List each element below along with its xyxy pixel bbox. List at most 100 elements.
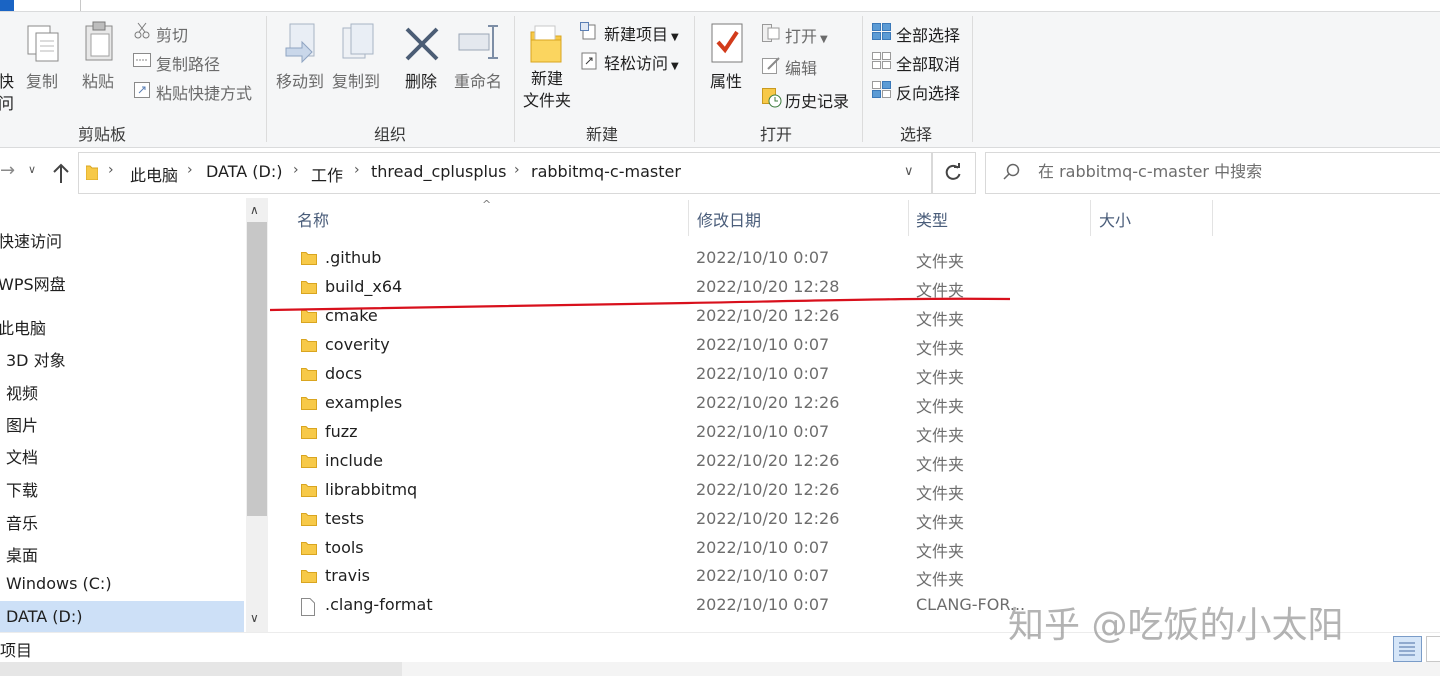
properties-button[interactable]: 属性 xyxy=(708,68,744,92)
tab-home[interactable] xyxy=(80,0,1440,11)
new-item-button[interactable]: 新建项目 ▼ xyxy=(604,21,679,45)
file-modified-date: 2022/10/20 12:26 xyxy=(696,480,840,499)
open-button[interactable]: 打开 ▼ xyxy=(785,23,828,47)
invert-selection-button[interactable]: 反向选择 xyxy=(896,80,960,104)
file-name: travis xyxy=(325,566,370,585)
ribbon: 快 问 复制 粘贴 剪切 复制路径 粘贴快捷方式 剪贴板 移动到 复制到 删除 xyxy=(0,0,1440,148)
column-divider[interactable] xyxy=(908,200,909,236)
copy-to-icon xyxy=(342,23,374,59)
select-group-label: 选择 xyxy=(899,125,932,144)
copy-button[interactable]: 复制 xyxy=(24,68,60,92)
file-modified-date: 2022/10/20 12:26 xyxy=(696,393,840,412)
scroll-down-icon[interactable]: ∨ xyxy=(250,611,259,625)
file-modified-date: 2022/10/10 0:07 xyxy=(696,364,830,383)
nav-item-videos[interactable]: 视频 xyxy=(6,380,38,404)
recent-locations-chevron-icon[interactable]: ∨ xyxy=(28,163,36,176)
forward-arrow-icon[interactable]: → xyxy=(0,160,15,181)
new-group-label: 新建 xyxy=(585,125,618,144)
file-modified-date: 2022/10/10 0:07 xyxy=(696,422,830,441)
nav-item-3d-objects[interactable]: 3D 对象 xyxy=(6,347,66,371)
pin-quick-access-button[interactable]: 快 问 xyxy=(0,68,14,114)
cut-button[interactable]: 剪切 xyxy=(156,22,188,46)
nav-item-downloads[interactable]: 下载 xyxy=(6,477,38,501)
new-folder-icon xyxy=(530,25,562,63)
history-button[interactable]: 历史记录 xyxy=(785,88,849,112)
select-none-button[interactable]: 全部取消 xyxy=(896,51,960,75)
file-modified-date: 2022/10/20 12:26 xyxy=(696,509,840,528)
breadcrumb-this-pc[interactable]: 此电脑 xyxy=(130,162,178,186)
folder-icon xyxy=(301,455,317,468)
ribbon-separator xyxy=(972,16,973,142)
file-type: 文件夹 xyxy=(916,542,965,561)
nav-scrollbar-thumb[interactable] xyxy=(247,222,267,516)
file-name: tools xyxy=(325,538,364,557)
nav-item-quick-access[interactable]: 快速访问 xyxy=(0,228,62,252)
edit-button[interactable]: 编辑 xyxy=(785,55,817,79)
ribbon-separator xyxy=(694,16,695,142)
select-all-button[interactable]: 全部选择 xyxy=(896,22,960,46)
breadcrumb-thread-cplusplus[interactable]: thread_cplusplus xyxy=(371,162,506,181)
search-input[interactable] xyxy=(1038,162,1418,181)
breadcrumb-separator-icon[interactable]: › xyxy=(108,162,114,178)
breadcrumb-separator-icon[interactable]: › xyxy=(514,162,520,178)
file-name: examples xyxy=(325,393,403,412)
breadcrumb-data-drive[interactable]: DATA (D:) xyxy=(206,162,283,181)
sort-ascending-icon: ^ xyxy=(482,198,492,211)
file-type: 文件夹 xyxy=(916,339,965,358)
easy-access-button[interactable]: 轻松访问 ▼ xyxy=(604,50,679,74)
pin-label-2: 问 xyxy=(0,90,14,114)
breadcrumb-separator-icon[interactable]: › xyxy=(293,162,299,178)
select-all-icon xyxy=(872,23,891,40)
nav-item-pictures[interactable]: 图片 xyxy=(6,412,38,436)
copy-path-button[interactable]: 复制路径 xyxy=(156,51,220,75)
scroll-up-icon[interactable]: ∧ xyxy=(250,203,259,217)
move-to-button[interactable]: 移动到 xyxy=(274,68,326,92)
nav-item-desktop[interactable]: 桌面 xyxy=(6,542,38,566)
breadcrumb-work[interactable]: 工作 xyxy=(311,162,343,186)
invert-selection-icon xyxy=(872,81,891,98)
paste-shortcut-button[interactable]: 粘贴快捷方式 xyxy=(156,80,252,104)
folder-icon xyxy=(301,570,317,583)
delete-button[interactable]: 删除 xyxy=(403,68,439,92)
copy-to-button[interactable]: 复制到 xyxy=(330,68,382,92)
file-name: include xyxy=(325,451,383,470)
breadcrumb-rabbitmq[interactable]: rabbitmq-c-master xyxy=(531,162,681,181)
refresh-icon xyxy=(945,163,961,180)
nav-item-data-d[interactable]: DATA (D:) xyxy=(6,607,83,626)
column-header-name[interactable]: 名称 xyxy=(297,207,329,231)
nav-item-wps-drive[interactable]: WPS网盘 xyxy=(0,271,66,295)
file-type: 文件夹 xyxy=(916,513,965,532)
nav-item-windows-c[interactable]: Windows (C:) xyxy=(6,574,112,593)
address-history-chevron-icon[interactable]: ∨ xyxy=(904,164,914,179)
column-header-date[interactable]: 修改日期 xyxy=(697,207,761,231)
new-folder-label-2: 文件夹 xyxy=(522,91,571,110)
paste-button[interactable]: 粘贴 xyxy=(80,68,116,92)
file-type: 文件夹 xyxy=(916,368,965,387)
nav-item-documents[interactable]: 文档 xyxy=(6,444,38,468)
breadcrumb-separator-icon[interactable]: › xyxy=(187,162,193,178)
column-divider[interactable] xyxy=(1212,200,1213,236)
breadcrumb-separator-icon[interactable]: › xyxy=(354,162,360,178)
column-header-type[interactable]: 类型 xyxy=(916,207,948,231)
file-name: fuzz xyxy=(325,422,358,441)
new-folder-button[interactable]: 新建 文件夹 xyxy=(518,68,576,112)
folder-icon xyxy=(301,339,317,352)
new-folder-label-1: 新建 xyxy=(530,69,563,88)
tab-file[interactable] xyxy=(0,0,14,11)
dropdown-arrow-icon: ▼ xyxy=(671,61,679,72)
rename-button[interactable]: 重命名 xyxy=(452,68,504,92)
status-item-count: 项目 xyxy=(0,641,33,660)
dropdown-arrow-icon: ▼ xyxy=(671,32,679,43)
watermark: 知乎 @吃饭的小太阳 xyxy=(1008,605,1344,646)
folder-icon xyxy=(301,252,317,265)
file-name: tests xyxy=(325,509,365,528)
copy-icon xyxy=(27,25,59,62)
column-divider[interactable] xyxy=(1090,200,1091,236)
nav-item-this-pc[interactable]: 此电脑 xyxy=(0,315,46,339)
column-divider[interactable] xyxy=(688,200,689,236)
nav-item-music[interactable]: 音乐 xyxy=(6,510,38,534)
column-header-size[interactable]: 大小 xyxy=(1099,207,1131,231)
folder-icon xyxy=(301,368,317,381)
large-icons-view-button[interactable] xyxy=(1426,636,1440,662)
up-arrow-icon[interactable] xyxy=(52,162,70,184)
